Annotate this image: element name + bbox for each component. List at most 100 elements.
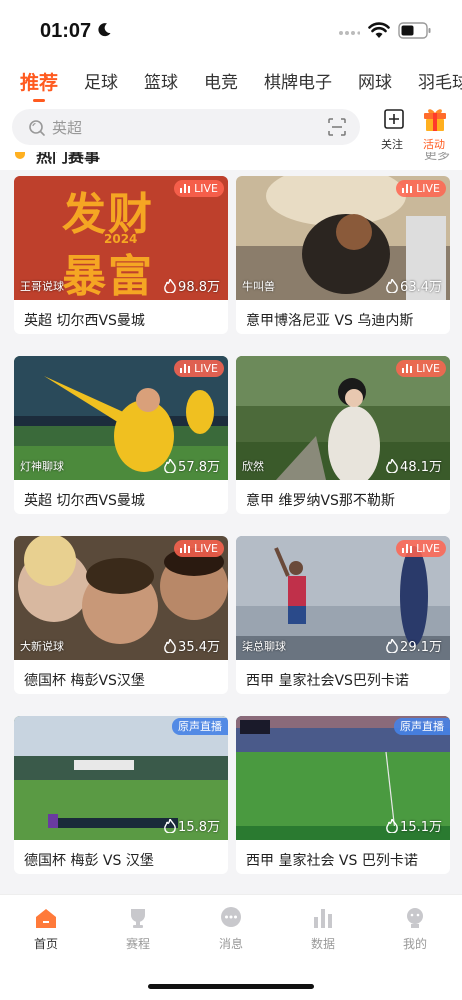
badge-label: LIVE (194, 542, 218, 555)
profile-icon (407, 908, 423, 928)
heat-value: 48.1万 (400, 460, 442, 475)
tab-schedule[interactable]: 赛程 (108, 907, 168, 952)
search-placeholder: 英超 (52, 119, 83, 137)
tab-football[interactable]: 足球 (84, 60, 118, 106)
tab-messages-label: 消息 (218, 937, 243, 951)
match-card[interactable]: LIVE 牛叫兽 63.4万 意甲博洛尼亚 VS 乌迪内斯 (236, 176, 450, 334)
battery-icon (398, 22, 431, 39)
match-card[interactable]: LIVE 灯神聊球 57.8万 英超 切尔西VS曼城 (14, 356, 228, 514)
heat-value: 15.8万 (178, 820, 220, 835)
heat-value: 57.8万 (178, 460, 220, 475)
heat-count: 15.1万 (386, 816, 442, 835)
heat-count: 35.4万 (164, 636, 220, 655)
match-card[interactable]: 原声直播 15.1万 西甲 皇家社会 VS 巴列卡诺 (236, 716, 450, 874)
badge-label: LIVE (416, 362, 440, 375)
home-indicator (148, 984, 314, 989)
live-badge: LIVE (396, 360, 446, 377)
badge-label: LIVE (194, 362, 218, 375)
heat-count: 63.4万 (386, 276, 442, 295)
poster-text-bottom: 暴富 (62, 251, 154, 300)
trophy-icon (131, 909, 145, 928)
scan-icon[interactable] (328, 118, 346, 136)
stream-thumbnail: 原声直播 15.8万 (14, 716, 228, 840)
search-row: 英超 关注 活动 (0, 106, 462, 152)
tab-board-games[interactable]: 棋牌电子 (264, 60, 332, 106)
tab-messages[interactable]: 消息 (201, 907, 261, 952)
search-input[interactable]: 英超 (12, 109, 360, 145)
section-header: 热门赛事 更多 (0, 152, 462, 170)
heat-value: 35.4万 (178, 640, 220, 655)
streamer-name: 欣然 (242, 460, 264, 473)
home-icon (36, 909, 56, 928)
activity-button[interactable]: 活动 (420, 106, 450, 152)
streamer-name: 柒总聊球 (242, 640, 286, 653)
fire-icon (164, 638, 176, 653)
live-bars-icon (402, 184, 413, 193)
tab-recommend[interactable]: 推荐 (20, 60, 58, 106)
live-badge: LIVE (396, 180, 446, 197)
tab-badminton[interactable]: 羽毛球 (418, 60, 462, 106)
section-more-link[interactable]: 更多 (424, 152, 450, 163)
follow-button[interactable]: 关注 (380, 108, 408, 152)
search-icon (29, 120, 45, 136)
fire-icon (386, 818, 398, 833)
tab-home[interactable]: 首页 (16, 907, 76, 952)
chat-bubble-icon (221, 907, 241, 927)
tab-schedule-label: 赛程 (125, 937, 150, 951)
add-follow-icon (384, 109, 404, 129)
match-card[interactable]: 原声直播 15.8万 德国杯 梅彭 VS 汉堡 (14, 716, 228, 874)
original-audio-badge: 原声直播 (172, 718, 228, 735)
badge-label: LIVE (416, 542, 440, 555)
section-title: 热门赛事 (36, 152, 101, 166)
match-title: 德国杯 梅彭 VS 汉堡 (24, 853, 154, 869)
match-title: 英超 切尔西VS曼城 (24, 493, 145, 509)
stream-thumbnail: LIVE 欣然 48.1万 (236, 356, 450, 480)
heat-count: 98.8万 (164, 276, 220, 295)
live-bars-icon (402, 544, 413, 553)
match-title: 意甲 维罗纳VS那不勒斯 (246, 493, 395, 509)
heat-value: 29.1万 (400, 640, 442, 655)
tab-basketball[interactable]: 篮球 (144, 60, 178, 106)
cellular-signal-icon (339, 31, 360, 35)
match-card[interactable]: LIVE 大新说球 35.4万 德国杯 梅彭VS汉堡 (14, 536, 228, 694)
original-audio-badge: 原声直播 (394, 718, 450, 735)
heat-count: 15.8万 (164, 816, 220, 835)
stream-thumbnail: 原声直播 15.1万 (236, 716, 450, 840)
status-bar: 01:07 (0, 0, 462, 60)
streamer-name: 大新说球 (20, 640, 64, 653)
follow-label: 关注 (381, 138, 403, 151)
streamer-name: 牛叫兽 (242, 280, 275, 293)
fire-icon (164, 458, 176, 473)
match-card[interactable]: LIVE 欣然 48.1万 意甲 维罗纳VS那不勒斯 (236, 356, 450, 514)
stream-thumbnail: LIVE 柒总聊球 29.1万 (236, 536, 450, 660)
stream-thumbnail: LIVE 大新说球 35.4万 (14, 536, 228, 660)
streamer-name: 王哥说球 (20, 280, 64, 293)
live-bars-icon (180, 364, 191, 373)
live-bars-icon (402, 364, 413, 373)
activity-label: 活动 (423, 138, 445, 151)
heat-value: 15.1万 (400, 820, 442, 835)
match-title: 意甲博洛尼亚 VS 乌迪内斯 (246, 313, 414, 329)
tab-tennis[interactable]: 网球 (358, 60, 392, 106)
tab-esports[interactable]: 电竞 (204, 60, 238, 106)
stream-thumbnail: LIVE 灯神聊球 57.8万 (14, 356, 228, 480)
heat-count: 48.1万 (386, 456, 442, 475)
fire-icon (386, 278, 398, 293)
tab-home-label: 首页 (33, 937, 58, 951)
category-nav: 推荐 足球 篮球 电竞 棋牌电子 网球 羽毛球 (0, 60, 462, 106)
match-title: 德国杯 梅彭VS汉堡 (24, 673, 145, 689)
live-bars-icon (180, 544, 191, 553)
badge-label: LIVE (194, 182, 218, 195)
live-badge: LIVE (174, 180, 224, 197)
match-title: 西甲 皇家社会VS巴列卡诺 (246, 673, 409, 689)
match-card[interactable]: LIVE 柒总聊球 29.1万 西甲 皇家社会VS巴列卡诺 (236, 536, 450, 694)
live-badge: LIVE (174, 540, 224, 557)
live-badge: LIVE (174, 360, 224, 377)
tab-data[interactable]: 数据 (293, 907, 353, 952)
tab-profile[interactable]: 我的 (385, 907, 445, 952)
match-card[interactable]: 发财 2024 暴富 LIVE 王哥说球 98.8万 英超 切尔西VS曼城 (14, 176, 228, 334)
match-title: 英超 切尔西VS曼城 (24, 313, 145, 329)
fire-icon (164, 818, 176, 833)
stream-thumbnail: LIVE 牛叫兽 63.4万 (236, 176, 450, 300)
heat-count: 29.1万 (386, 636, 442, 655)
